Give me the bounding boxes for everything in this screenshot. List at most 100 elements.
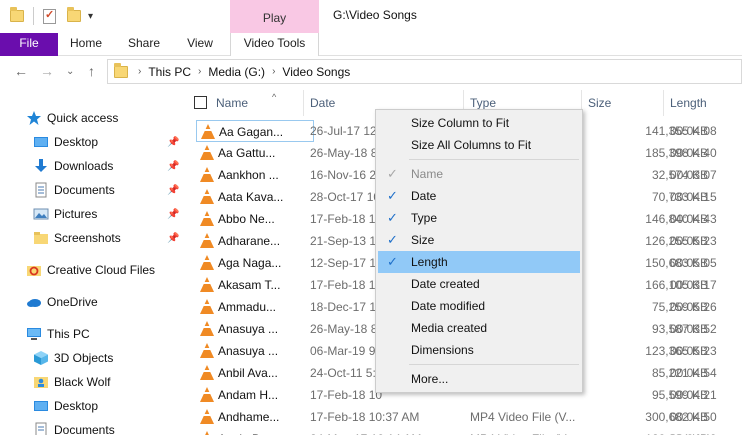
customize-toolbar-icon[interactable]: ▾ [88,11,93,22]
vlc-media-icon [200,233,214,248]
vlc-media-icon [200,409,214,424]
tab-home[interactable]: Home [62,33,110,56]
quick-access-toolbar: ▾ [10,6,93,26]
checkmark-icon: ✓ [387,210,398,225]
file-name-label: Ammadu... [218,300,277,314]
sidebar-item-black-wolf[interactable]: Black Wolf [33,371,110,393]
sidebar-item-3d-objects[interactable]: 3D Objects [33,347,113,369]
menu-item-date-created[interactable]: Date created [378,273,580,295]
tab-file[interactable]: File [0,33,58,56]
menu-item-size-all-columns-to-fit[interactable]: Size All Columns to Fit [378,134,580,156]
menu-item-length[interactable]: ✓ Length [378,251,580,273]
column-header-name[interactable]: ^ Name [210,90,304,116]
menu-item-date[interactable]: ✓ Date [378,185,580,207]
file-length: 00:04:49 [670,428,742,435]
menu-item-media-created[interactable]: Media created [378,317,580,339]
tab-video-tools[interactable]: Video Tools [230,33,319,56]
up-arrow-icon[interactable]: ↑ [88,63,95,79]
folder-icon[interactable] [10,7,24,22]
select-all-checkbox[interactable] [194,96,207,109]
menu-item-dimensions[interactable]: Dimensions [378,339,580,361]
chevron-right-icon[interactable]: › [196,66,203,77]
recent-locations-icon[interactable]: ⌄ [66,66,74,77]
breadcrumb-this-pc[interactable]: This PC [143,65,196,79]
chevron-right-icon[interactable]: › [136,66,143,77]
sidebar-item-label: 3D Objects [54,351,114,365]
file-length: 00:04:15 [670,190,717,204]
sidebar-item-pictures[interactable]: Pictures [33,203,97,225]
cube-icon [33,350,49,366]
breadcrumb-video-songs[interactable]: Video Songs [277,65,355,79]
vlc-media-icon [200,255,214,270]
file-name: Abbo Ne... [196,208,314,230]
sidebar-item-this-pc[interactable]: This PC [26,323,90,345]
column-header-length[interactable]: Length [664,90,742,116]
pin-icon[interactable]: 📌 [167,233,179,244]
sidebar-item-label: Quick access [47,111,119,125]
sidebar-item-creative-cloud[interactable]: Creative Cloud Files [26,259,155,281]
file-length: 00:05:23 [670,344,717,358]
document-icon [33,422,49,435]
breadcrumb-media-g[interactable]: Media (G:) [203,65,270,79]
vlc-media-icon [200,211,214,226]
file-name: Apple Be... [196,428,314,435]
chevron-right-icon[interactable]: › [270,66,277,77]
menu-item-label: Date modified [411,299,486,313]
menu-item-label: Length [411,255,448,269]
checkmark-icon: ✓ [387,166,398,181]
menu-divider [409,159,579,160]
sidebar-item-onedrive[interactable]: OneDrive [26,291,98,313]
creative-cloud-icon [26,262,42,278]
sidebar-item-documents[interactable]: Documents [33,179,115,201]
table-row[interactable]: Apple Be...24-May-17 10:14 AMMP4 Video F… [182,428,742,435]
pin-icon[interactable]: 📌 [167,137,179,148]
pin-icon[interactable]: 📌 [167,161,179,172]
menu-item-type[interactable]: ✓ Type [378,207,580,229]
sidebar-item-label: Documents [54,423,115,435]
file-length: 00:04:40 [670,146,717,160]
vlc-media-icon [201,124,215,139]
menu-item-date-modified[interactable]: Date modified [378,295,580,317]
file-name-label: Aata Kava... [218,190,284,204]
sidebar-item-quick-access[interactable]: Quick access [26,107,118,129]
vlc-media-icon [200,299,214,314]
sidebar-item-downloads[interactable]: Downloads [33,155,113,177]
file-type: MP4 Video File (V... [470,428,588,435]
menu-item-size[interactable]: ✓ Size [378,229,580,251]
file-name: Aata Kava... [196,186,314,208]
file-name: Andhame... [196,406,314,428]
file-name: Adharane... [196,230,314,252]
forward-arrow-icon[interactable]: → [40,63,54,79]
title-bar: ▾ Play G:\Video Songs [0,0,742,33]
file-length: 00:04:21 [670,388,717,402]
pin-icon[interactable]: 📌 [167,209,179,220]
tab-share[interactable]: Share [120,33,168,56]
file-name-label: Akasam T... [218,278,281,292]
picture-icon [33,206,49,222]
new-folder-icon[interactable] [67,7,81,22]
vlc-media-icon [200,145,214,160]
file-name-label: Aa Gagan... [219,125,284,139]
sidebar-item-desktop[interactable]: Desktop [33,131,98,153]
pin-icon[interactable]: 📌 [167,185,179,196]
file-name-label: Abbo Ne... [218,212,275,226]
properties-icon[interactable] [43,8,56,24]
file-length: 00:04:54 [670,366,717,380]
file-name: Aankhon ... [196,164,314,186]
checkmark-icon: ✓ [387,232,398,247]
menu-item-label: Size Column to Fit [411,116,510,130]
sidebar-item-documents-pc[interactable]: Documents [33,419,115,435]
sidebar-item-screenshots[interactable]: Screenshots [33,227,121,249]
menu-item-more[interactable]: More... [378,368,580,390]
window-title: G:\Video Songs [333,8,417,22]
sidebar-item-desktop-pc[interactable]: Desktop [33,395,98,417]
file-name-label: Aga Naga... [218,256,282,270]
tab-view[interactable]: View [176,33,224,56]
checkmark-icon: ✓ [387,254,398,269]
address-bar[interactable]: › This PC › Media (G:) › Video Songs [107,59,742,84]
column-header-size[interactable]: Size [582,90,664,116]
back-arrow-icon[interactable]: ← [14,63,28,79]
file-date: 24-May-17 10:14 AM [310,428,470,435]
menu-item-size-column-to-fit[interactable]: Size Column to Fit [378,112,580,134]
table-row[interactable]: Andhame... 17-Feb-18 10:37 AM MP4 Video Fi… [182,406,742,428]
